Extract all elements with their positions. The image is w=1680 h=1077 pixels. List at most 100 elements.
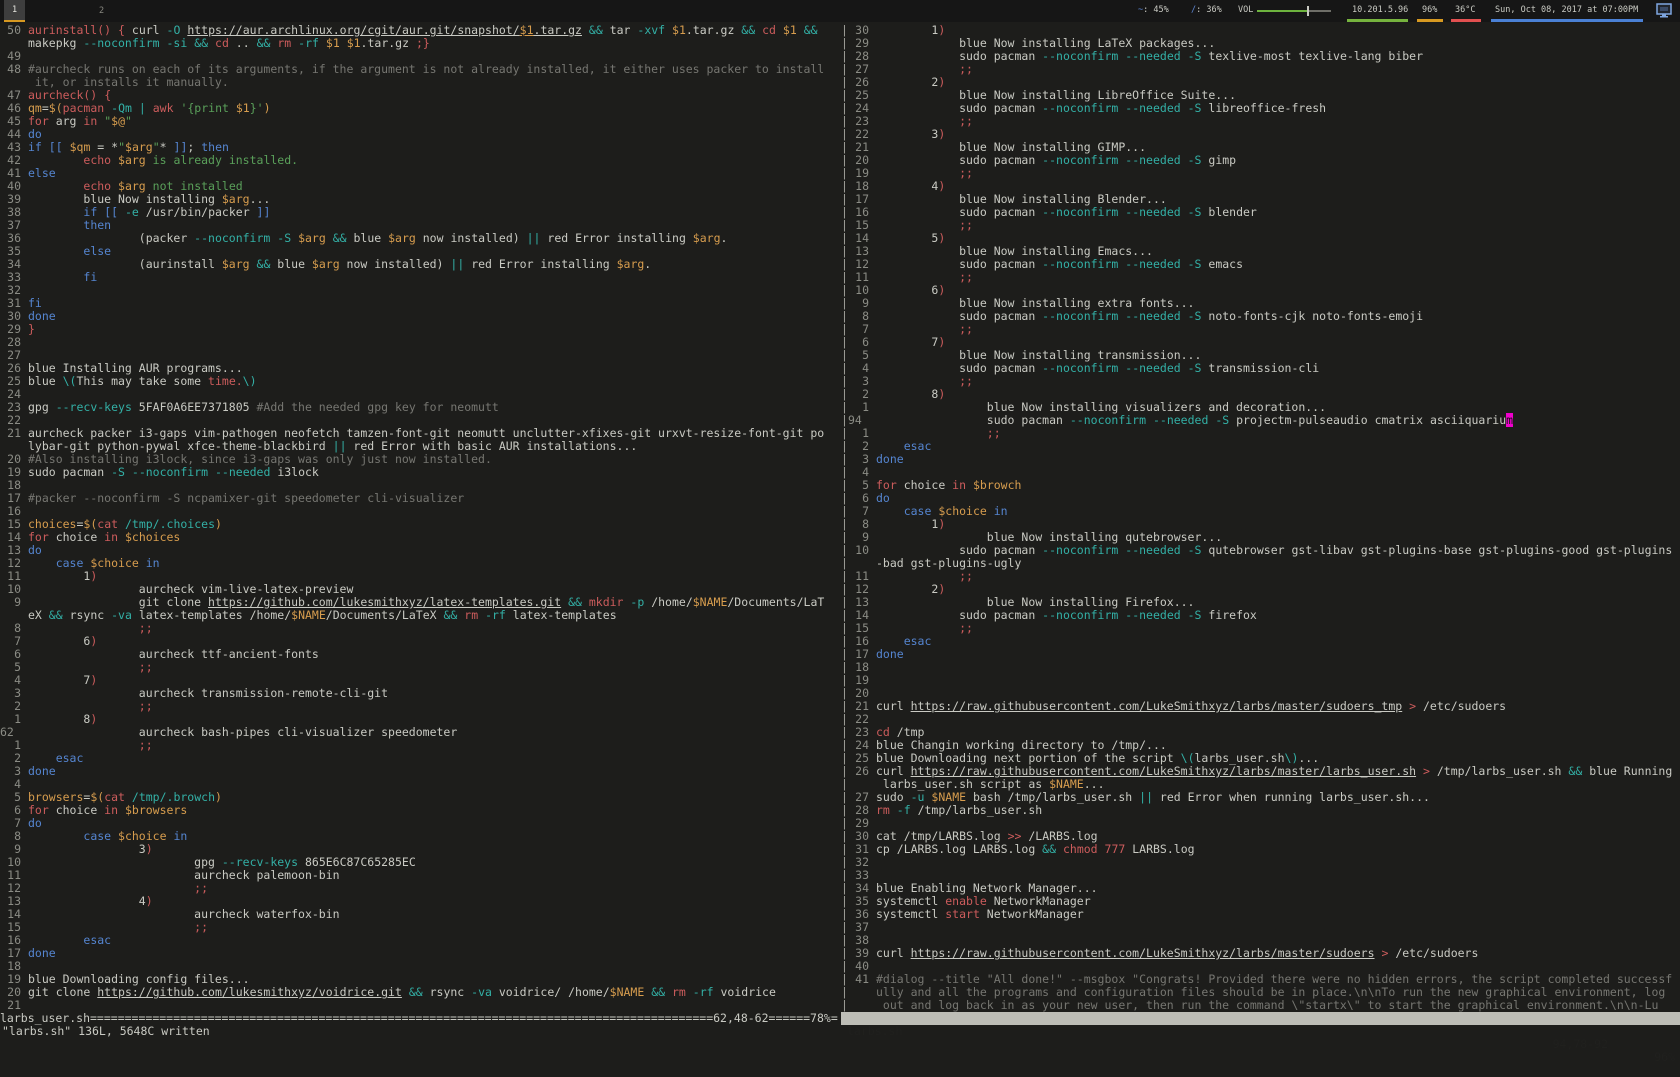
code-text: echo $arg is already installed. [28, 153, 298, 167]
code-row: | out and log back in as your new user, … [841, 999, 1680, 1012]
code-text: sudo pacman --noconfirm --needed -S libr… [876, 101, 1326, 115]
code-text: 2) [876, 582, 945, 596]
code-row: 5 ;; [0, 661, 841, 674]
code-text: do [28, 127, 42, 141]
code-text: blue Downloading next portion of the scr… [876, 751, 1319, 765]
code-text: 7) [876, 335, 945, 349]
code-text: blue Now installing qutebrowser... [876, 530, 1222, 544]
statusline-scroll-percent: 96% [1654, 1051, 1675, 1064]
code-text: ;; [876, 114, 973, 128]
code-row: 45for arg in "$@" [0, 115, 841, 128]
code-text: done [28, 309, 56, 323]
code-row: 28 [0, 336, 841, 349]
code-row: |22 [841, 713, 1680, 726]
code-text: sudo pacman -S --noconfirm --needed i3lo… [28, 465, 319, 479]
code-row: 29} [0, 323, 841, 336]
datetime-underline [1491, 19, 1643, 22]
code-row: 16 esac [0, 934, 841, 947]
workspace-button-2[interactable]: 2 [99, 0, 104, 22]
code-text: curl https://raw.githubusercontent.com/L… [876, 946, 1478, 960]
code-text: fi [28, 296, 42, 310]
ip-underline [1347, 19, 1408, 22]
pane-separator: | [841, 999, 848, 1012]
code-text: systemctl start NetworkManager [876, 907, 1084, 921]
code-text: for choice in $choices [28, 530, 180, 544]
code-text: ;; [876, 621, 973, 635]
code-text: do [28, 816, 42, 830]
code-row: |17done [841, 648, 1680, 661]
code-text: 5) [876, 231, 945, 245]
code-row: 36 (packer --noconfirm -S $arg && blue $… [0, 232, 841, 245]
code-text: 8) [876, 387, 945, 401]
code-text: aurcheck transmission-remote-cli-git [28, 686, 388, 700]
code-text: blue Now installing Firefox... [876, 595, 1195, 609]
code-text: sudo pacman --noconfirm --needed -S blen… [876, 205, 1257, 219]
code-text: cd /tmp [876, 725, 924, 739]
code-row: |7 case $choice in [841, 505, 1680, 518]
code-text: rm -f /tmp/larbs_user.sh [876, 803, 1042, 817]
code-text: for choice in $browch [876, 478, 1021, 492]
code-text: if [[ -e /usr/bin/packer ]] [28, 205, 270, 219]
workspace-button-1[interactable]: 1 [4, 0, 25, 22]
code-text: for arg in "$@" [28, 114, 132, 128]
code-text: blue Now installing Emacs... [876, 244, 1153, 258]
code-text: 3) [876, 127, 945, 141]
volume-slider-track[interactable] [1309, 10, 1331, 12]
code-row: 32 [0, 284, 841, 297]
code-text: ;; [876, 62, 973, 76]
volume-slider-fill[interactable] [1257, 10, 1307, 12]
code-text: (packer --noconfirm -S $arg && blue $arg… [28, 231, 727, 245]
code-text: else [28, 166, 56, 180]
code-row: 3done [0, 765, 841, 778]
code-row: 12 case $choice in [0, 557, 841, 570]
workspace-label: 1 [12, 5, 17, 15]
code-text: #aurcheck runs on each of its arguments,… [28, 62, 824, 76]
code-row: |37 [841, 921, 1680, 934]
line-number: 48 [0, 63, 28, 76]
code-text: 7) [28, 673, 97, 687]
code-text: git clone https://github.com/lukesmithxy… [28, 595, 824, 609]
home-disk-usage: ~: 45% [1138, 0, 1169, 22]
monitor-icon[interactable] [1656, 3, 1673, 19]
code-text: gpg --recv-keys 865E6C87C65285EC [28, 855, 416, 869]
code-text: 3) [28, 842, 153, 856]
code-row: |21curl https://raw.githubusercontent.co… [841, 700, 1680, 713]
code-text: makepkg --noconfirm -si && cd .. && rm -… [28, 36, 430, 50]
code-text: ;; [876, 569, 973, 583]
code-text: sudo -u $NAME bash /tmp/larbs_user.sh ||… [876, 790, 1430, 804]
code-text: aurcheck vim-live-latex-preview [28, 582, 353, 596]
code-text: blue Now installing GIMP... [876, 140, 1146, 154]
code-row: 2 esac [0, 752, 841, 765]
code-text: 1) [876, 517, 945, 531]
code-row: |15 ;; [841, 219, 1680, 232]
code-text: else [28, 244, 111, 258]
code-text: blue Now installing Blender... [876, 192, 1167, 206]
code-row: 21 [0, 999, 841, 1012]
code-text: done [28, 764, 56, 778]
code-text: 6) [876, 283, 945, 297]
code-text: done [876, 452, 904, 466]
code-text: #packer --noconfirm -S ncpamixer-git spe… [28, 491, 464, 505]
code-row: 8 ;; [0, 622, 841, 635]
code-text: ;; [28, 881, 208, 895]
code-text: blue Now installing extra fonts... [876, 296, 1195, 310]
code-text: 1) [28, 569, 97, 583]
code-text: ;; [28, 699, 153, 713]
vim-left-pane[interactable]: 50aurinstall() { curl -O https://aur.arc… [0, 24, 841, 1012]
code-text: blue Now installing LaTeX packages... [876, 36, 1215, 50]
code-text: esac [28, 751, 83, 765]
code-text: ;; [876, 166, 973, 180]
line-number: 50 [0, 24, 28, 37]
code-row: |1 ;; [841, 427, 1680, 440]
line-number: 41 [848, 973, 876, 986]
code-text: eX && rsync -va latex-templates /home/$N… [28, 608, 617, 622]
code-text: curl https://raw.githubusercontent.com/L… [876, 764, 1672, 778]
vim-right-pane[interactable]: |30 1)|29 blue Now installing LaTeX pack… [841, 24, 1680, 1012]
code-text: cat /tmp/LARBS.log >> /LARBS.log [876, 829, 1098, 843]
code-text: done [28, 946, 56, 960]
code-text: aurcheck ttf-ancient-fonts [28, 647, 319, 661]
code-text: 4) [876, 179, 945, 193]
code-text: do [876, 491, 890, 505]
code-row: |5for choice in $browch [841, 479, 1680, 492]
workspace-label: 2 [99, 6, 104, 16]
